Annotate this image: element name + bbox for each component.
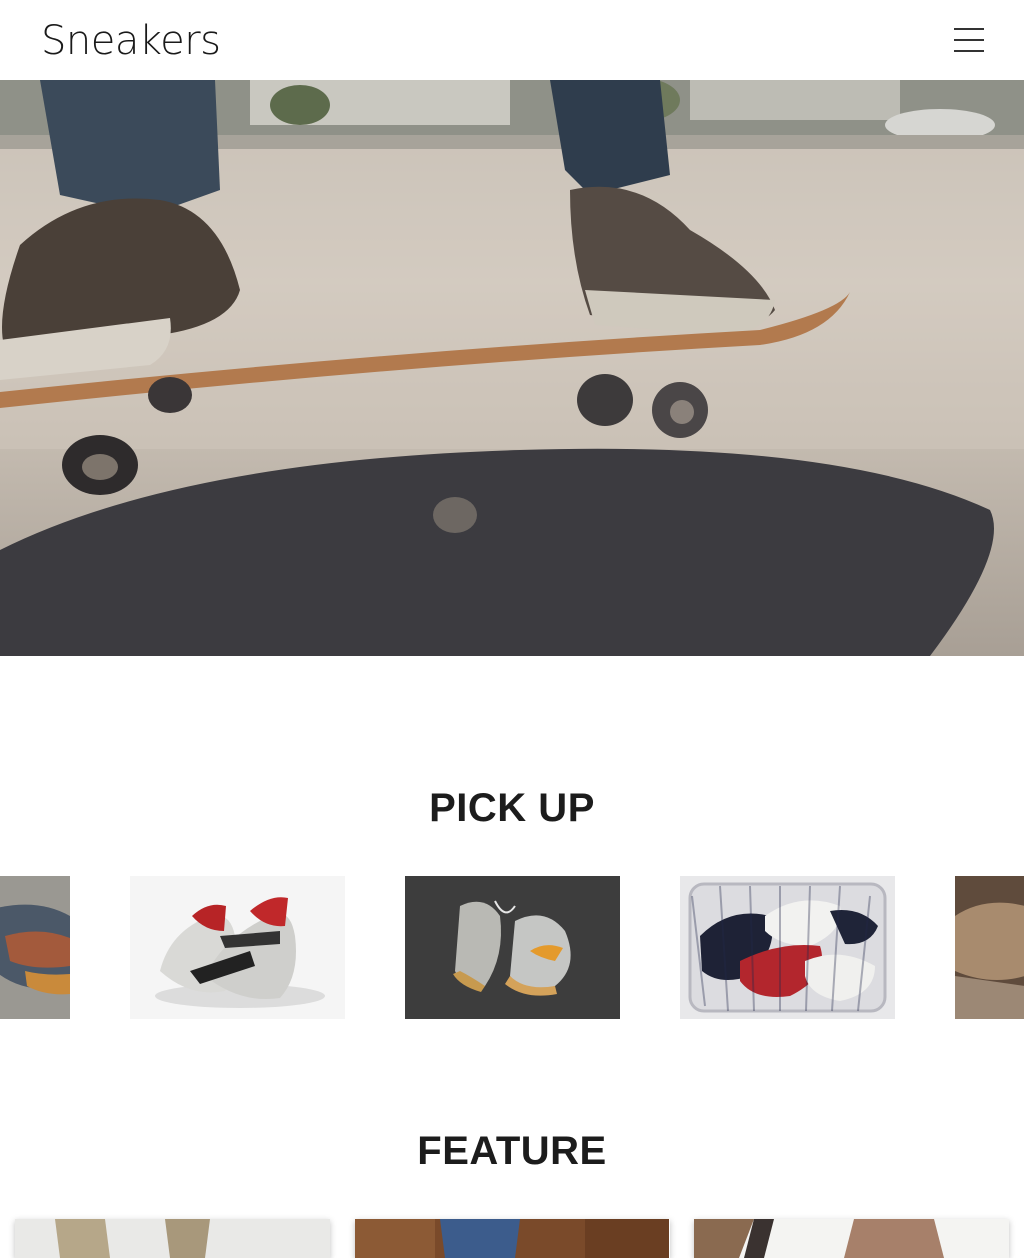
feature-title: FEATURE [417, 1129, 607, 1173]
site-logo[interactable]: Sneakers [41, 17, 221, 65]
brown-sneaker-photo [955, 876, 1024, 1019]
grey-orange-high-tops-photo [405, 876, 620, 1019]
pickup-slide[interactable] [955, 876, 1024, 1019]
white-red-running-sneakers-photo [130, 876, 345, 1019]
white-sneaker-legs-photo [694, 1219, 1009, 1258]
converse-basket-photo [680, 876, 895, 1019]
denim-rust-photo [355, 1219, 669, 1258]
colorful-knit-sneaker-photo [0, 876, 70, 1019]
pickup-carousel[interactable] [0, 876, 1024, 1019]
feature-card[interactable] [355, 1219, 670, 1258]
khaki-pants-photo [15, 1219, 330, 1258]
skateboard-sneakers-photo [0, 80, 1024, 656]
pickup-title: PICK UP [429, 786, 595, 830]
hero-image [0, 80, 1024, 656]
hamburger-menu-icon[interactable] [946, 22, 992, 58]
feature-card[interactable] [15, 1219, 330, 1258]
pickup-slide[interactable] [0, 876, 70, 1019]
menu-line [954, 28, 984, 30]
pickup-slide[interactable] [680, 876, 895, 1019]
menu-line [954, 50, 984, 52]
pickup-slide[interactable] [130, 876, 345, 1019]
feature-card[interactable] [694, 1219, 1009, 1258]
menu-line [954, 39, 984, 41]
pickup-slide[interactable] [405, 876, 620, 1019]
site-header: Sneakers [0, 0, 1024, 80]
